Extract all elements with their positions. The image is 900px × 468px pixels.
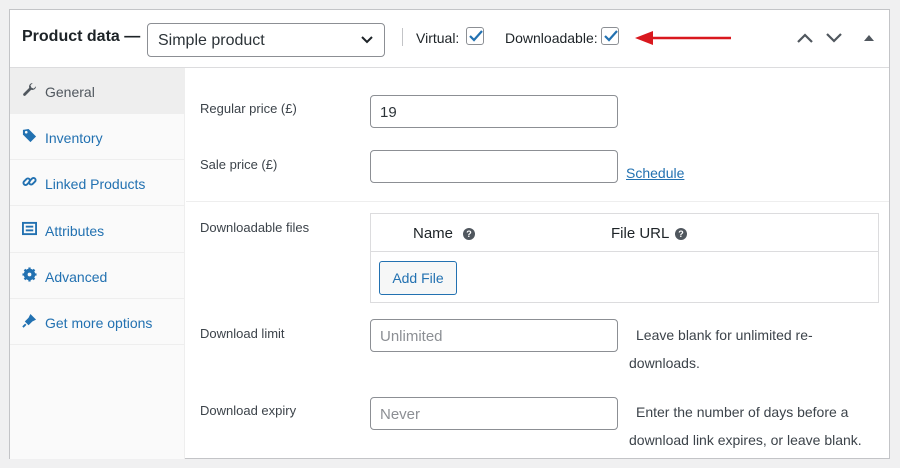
sale-price-label: Sale price (£) bbox=[200, 157, 278, 172]
download-limit-description-cont: downloads. bbox=[629, 355, 700, 371]
tab-linked-products[interactable]: Linked Products bbox=[10, 160, 185, 206]
regular-price-label: Regular price (£) bbox=[200, 101, 297, 116]
general-options-panel: Regular price (£) 19 Sale price (£) Sche… bbox=[186, 68, 889, 459]
files-table-header: Name ? File URL ? bbox=[371, 214, 878, 252]
tab-attributes-label: Attributes bbox=[45, 223, 105, 239]
sale-price-input[interactable] bbox=[370, 150, 618, 183]
tab-get-more-options[interactable]: Get more options bbox=[10, 299, 185, 345]
plugin-icon bbox=[22, 313, 37, 328]
checkmark-icon bbox=[469, 30, 483, 42]
wrench-icon bbox=[23, 82, 37, 96]
tab-linked-products-label: Linked Products bbox=[45, 176, 146, 192]
tab-general[interactable]: General bbox=[10, 68, 185, 114]
collapse-toggle-icon[interactable] bbox=[862, 31, 876, 45]
download-expiry-input[interactable]: Never bbox=[370, 397, 618, 430]
help-icon[interactable]: ? bbox=[463, 228, 475, 240]
downloadable-label: Downloadable: bbox=[505, 30, 598, 46]
chevron-down-icon bbox=[361, 36, 373, 44]
tab-general-label: General bbox=[45, 84, 95, 100]
annotation-arrow-icon bbox=[635, 31, 731, 45]
move-up-icon[interactable] bbox=[796, 31, 814, 45]
download-expiry-description-cont: download link expires, or leave blank. bbox=[629, 432, 862, 448]
list-icon bbox=[22, 221, 37, 236]
checkmark-icon bbox=[604, 30, 618, 42]
product-data-tabs: General Inventory Linked Products Attrib… bbox=[10, 68, 185, 459]
downloadable-files-label: Downloadable files bbox=[200, 220, 310, 235]
panel-header: Product data — Simple product Virtual: D… bbox=[10, 10, 889, 68]
virtual-checkbox[interactable] bbox=[466, 27, 484, 45]
tab-advanced[interactable]: Advanced bbox=[10, 253, 185, 299]
downloadable-checkbox[interactable] bbox=[601, 27, 619, 45]
download-limit-placeholder: Unlimited bbox=[380, 328, 443, 345]
schedule-link[interactable]: Schedule bbox=[626, 165, 684, 181]
file-url-column-header: File URL bbox=[611, 225, 670, 242]
link-icon bbox=[22, 177, 37, 186]
tab-attributes[interactable]: Attributes bbox=[10, 207, 185, 253]
downloadable-files-table: Name ? File URL ? Add File bbox=[370, 213, 879, 303]
regular-price-input[interactable]: 19 bbox=[370, 95, 618, 128]
download-expiry-label: Download expiry bbox=[200, 403, 297, 418]
panel-title: Product data — bbox=[22, 28, 141, 45]
download-limit-label: Download limit bbox=[200, 326, 285, 341]
tag-icon bbox=[22, 128, 37, 143]
gear-icon bbox=[22, 267, 37, 282]
download-limit-description: Leave blank for unlimited re- bbox=[636, 327, 813, 343]
name-column-header: Name bbox=[413, 225, 454, 242]
product-data-panel: Product data — Simple product Virtual: D… bbox=[9, 9, 890, 459]
header-separator bbox=[402, 28, 403, 46]
move-down-icon[interactable] bbox=[825, 31, 843, 45]
add-file-button[interactable]: Add File bbox=[379, 261, 457, 295]
regular-price-value: 19 bbox=[380, 104, 397, 121]
download-expiry-description: Enter the number of days before a bbox=[636, 404, 849, 420]
tab-get-more-options-label: Get more options bbox=[45, 315, 153, 331]
tab-advanced-label: Advanced bbox=[45, 269, 108, 285]
product-type-select[interactable]: Simple product bbox=[147, 23, 385, 57]
section-divider bbox=[186, 201, 889, 202]
tab-inventory[interactable]: Inventory bbox=[10, 114, 185, 160]
product-type-value: Simple product bbox=[158, 32, 265, 49]
help-icon[interactable]: ? bbox=[675, 228, 687, 240]
download-limit-input[interactable]: Unlimited bbox=[370, 319, 618, 352]
download-expiry-placeholder: Never bbox=[380, 406, 421, 423]
virtual-label: Virtual: bbox=[416, 30, 460, 46]
tab-inventory-label: Inventory bbox=[45, 130, 103, 146]
